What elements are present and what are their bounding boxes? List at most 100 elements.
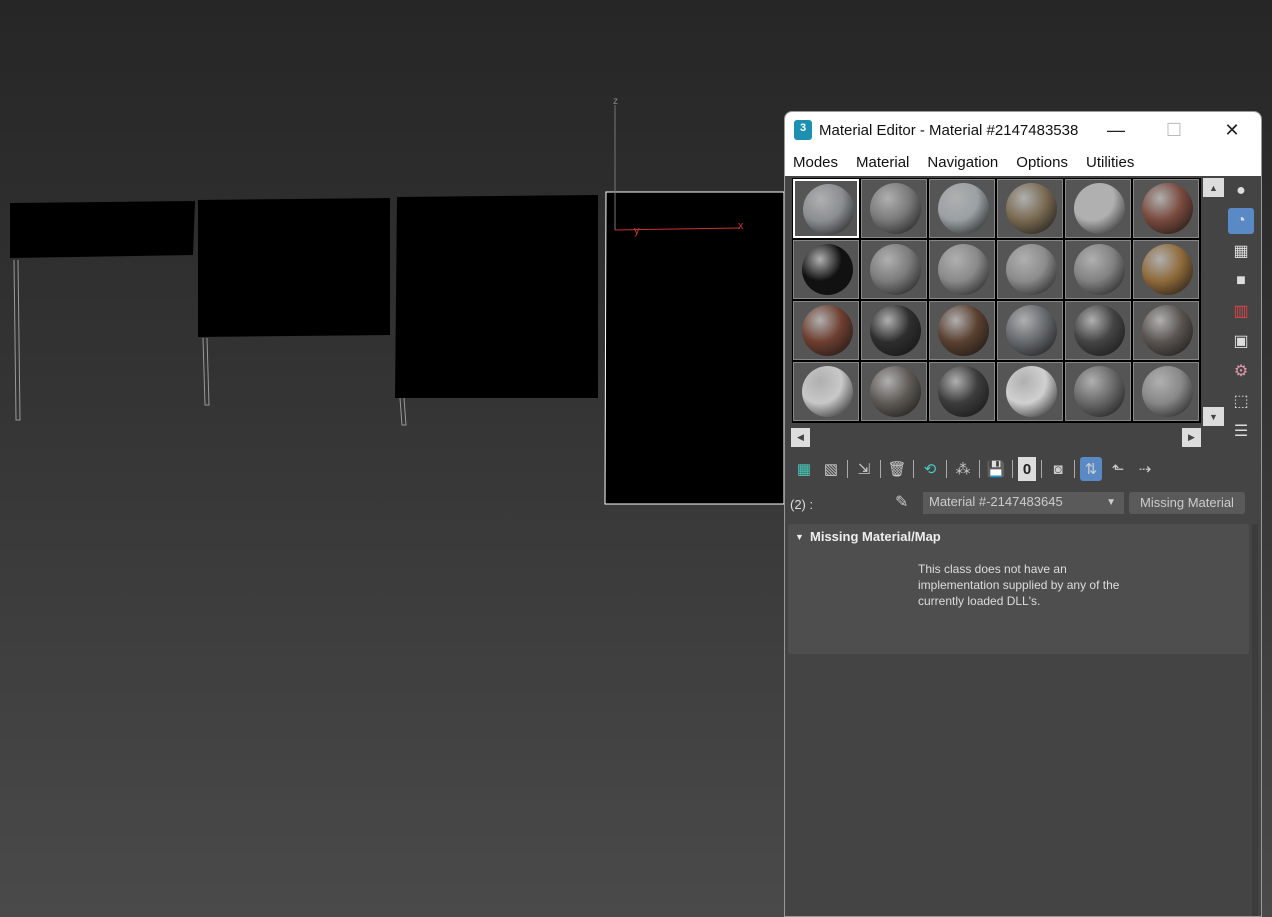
collapse-triangle-icon: ▼: [795, 532, 804, 542]
material-sphere-preview: [870, 305, 921, 356]
chevron-down-icon: ▼: [1106, 497, 1116, 508]
material-sphere-preview: [1074, 366, 1125, 417]
material-sphere-preview: [870, 366, 921, 417]
material-sphere-preview: [1074, 244, 1125, 295]
material-slot[interactable]: [1133, 179, 1199, 238]
material-sphere-preview: [938, 366, 989, 417]
material-sphere-preview: [1006, 244, 1057, 295]
delete-icon[interactable]: 🗑: [886, 457, 908, 481]
scroll-down-button[interactable]: ▼: [1203, 407, 1224, 426]
object-curtain-2: [198, 198, 390, 337]
material-sphere-preview: [1006, 305, 1057, 356]
get-material-icon[interactable]: ▦: [793, 457, 815, 481]
material-slot[interactable]: [1065, 240, 1131, 299]
material-slot[interactable]: [793, 179, 859, 238]
rollout-header[interactable]: ▼ Missing Material/Map: [788, 524, 1249, 544]
put-material-to-scene-icon[interactable]: ▧: [820, 457, 842, 481]
missing-material-rollout: ▼ Missing Material/Map This class does no…: [788, 524, 1249, 654]
scroll-up-button[interactable]: ▲: [1203, 178, 1224, 197]
material-sphere-preview: [1074, 183, 1125, 234]
minimize-button[interactable]: —: [1087, 112, 1145, 148]
menu-bar: Modes Material Navigation Options Utilit…: [785, 148, 1261, 176]
material-slot[interactable]: [1065, 179, 1131, 238]
title-bar[interactable]: 3 Material Editor - Material #2147483538…: [785, 112, 1261, 148]
eyedropper-icon[interactable]: ✎: [895, 492, 908, 512]
go-forward-to-sibling-icon[interactable]: ⇢: [1134, 457, 1156, 481]
menu-utilities[interactable]: Utilities: [1086, 154, 1134, 171]
material-map-navigator-icon[interactable]: ☰: [1228, 418, 1254, 444]
material-sphere-preview: [803, 184, 854, 235]
object-curtain-1: [10, 201, 195, 258]
material-slot[interactable]: [997, 362, 1063, 421]
material-slot[interactable]: [1065, 362, 1131, 421]
material-slot[interactable]: [929, 240, 995, 299]
material-slot[interactable]: [861, 301, 927, 360]
rollout-message: This class does not have an implementati…: [918, 562, 1120, 608]
show-shaded-material-icon[interactable]: ◙: [1047, 457, 1069, 481]
rollout-title: Missing Material/Map: [810, 529, 941, 544]
app-logo-icon: 3: [794, 120, 812, 140]
options-icon[interactable]: ⚙: [1228, 358, 1254, 384]
material-sphere-preview: [938, 305, 989, 356]
object-curtain-3: [395, 195, 598, 398]
menu-modes[interactable]: Modes: [793, 154, 838, 171]
material-slot[interactable]: [929, 179, 995, 238]
material-sphere-preview: [802, 305, 853, 356]
material-slot[interactable]: [1133, 240, 1199, 299]
video-color-check-icon[interactable]: ▥: [1228, 298, 1254, 324]
assign-material-icon[interactable]: ⇲: [853, 457, 875, 481]
menu-navigation[interactable]: Navigation: [927, 154, 998, 171]
backlight-icon[interactable]: ◔: [1228, 208, 1254, 234]
make-copy-icon[interactable]: ⁂: [952, 457, 974, 481]
material-id-channel-button[interactable]: 0: [1018, 457, 1036, 481]
material-slot[interactable]: [997, 240, 1063, 299]
material-sphere-preview: [870, 183, 921, 234]
menu-options[interactable]: Options: [1016, 154, 1068, 171]
material-sphere-preview: [870, 244, 921, 295]
go-to-parent-icon[interactable]: ⬑: [1107, 457, 1129, 481]
material-slot[interactable]: [1065, 301, 1131, 360]
material-slot[interactable]: [1133, 301, 1199, 360]
material-name-value: Material #-2147483645: [929, 494, 1063, 509]
material-sphere-preview: [1142, 244, 1193, 295]
material-sphere-preview: [938, 183, 989, 234]
material-slot[interactable]: [1133, 362, 1199, 421]
material-sphere-preview: [938, 244, 989, 295]
show-end-result-icon[interactable]: ⇅: [1080, 457, 1102, 481]
material-slot[interactable]: [793, 240, 859, 299]
material-slot[interactable]: [861, 179, 927, 238]
material-slot[interactable]: [929, 362, 995, 421]
close-button[interactable]: ✕: [1203, 112, 1261, 148]
save-to-library-icon[interactable]: 💾: [985, 457, 1007, 481]
scroll-left-button[interactable]: ◀: [791, 428, 810, 447]
object-curtain-selected: [604, 191, 784, 505]
material-slot[interactable]: [793, 301, 859, 360]
material-sphere-preview: [802, 244, 853, 295]
sample-type-sphere-icon[interactable]: ●: [1228, 178, 1254, 204]
menu-material[interactable]: Material: [856, 154, 909, 171]
scroll-right-button[interactable]: ▶: [1182, 428, 1201, 447]
material-editor-window: 3 Material Editor - Material #2147483538…: [784, 111, 1262, 917]
material-slot[interactable]: [997, 179, 1063, 238]
material-type-button[interactable]: Missing Material: [1129, 492, 1245, 514]
viewport[interactable]: z x y: [0, 0, 784, 917]
material-sphere-preview: [802, 366, 853, 417]
maximize-button[interactable]: ☐: [1145, 112, 1203, 148]
material-name-dropdown[interactable]: Material #-2147483645 ▼: [923, 492, 1124, 514]
background-checker-icon[interactable]: ▦: [1228, 238, 1254, 264]
material-slot[interactable]: [861, 362, 927, 421]
axis-z-label: z: [613, 96, 618, 107]
material-slot[interactable]: [861, 240, 927, 299]
panel-scrollbar[interactable]: [1252, 524, 1258, 916]
material-sphere-preview: [1074, 305, 1125, 356]
material-slot[interactable]: [793, 362, 859, 421]
material-slot[interactable]: [997, 301, 1063, 360]
material-sphere-preview: [1006, 183, 1057, 234]
sample-slots-grid: [792, 178, 1201, 423]
make-preview-icon[interactable]: ▣: [1228, 328, 1254, 354]
sample-uv-tiling-icon[interactable]: ■: [1228, 268, 1254, 294]
material-slot[interactable]: [929, 301, 995, 360]
make-unique-icon[interactable]: ⟲: [919, 457, 941, 481]
select-by-material-icon[interactable]: ⬚: [1228, 388, 1254, 414]
axis-y-label: y: [634, 225, 640, 237]
